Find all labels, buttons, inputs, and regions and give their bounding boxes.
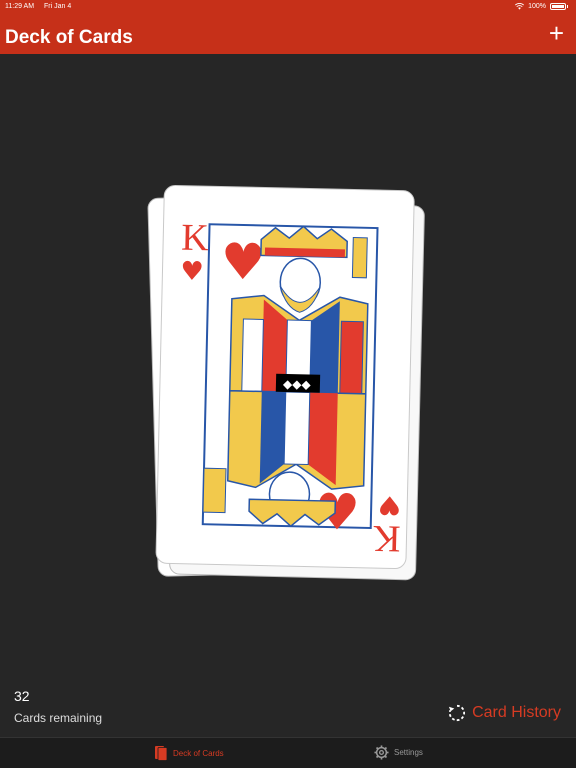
card-history-button[interactable]: Card History: [448, 704, 561, 722]
status-bar: 11:29 AM Fri Jan 4 100%: [0, 0, 576, 14]
status-time: 11:29 AM: [5, 3, 35, 10]
deck-icon: [155, 746, 168, 761]
svg-text:♥: ♥: [314, 483, 360, 542]
tab-settings-label: Settings: [394, 748, 423, 757]
card-suit-bottom: ♥: [378, 489, 402, 520]
card-rank-top: K: [181, 217, 210, 260]
svg-text:◆◆◆: ◆◆◆: [283, 377, 312, 392]
cards-remaining-label: Cards remaining: [14, 711, 103, 725]
wifi-icon: [515, 3, 525, 10]
deck-stats: 32 Cards remaining: [14, 688, 102, 725]
playing-card[interactable]: K ♥ K ♥ ♥ ♥ ◆◆◆: [155, 184, 415, 570]
battery-percent: 100%: [528, 3, 546, 10]
svg-text:♥: ♥: [220, 233, 266, 292]
card-suit-top: ♥: [180, 257, 204, 288]
tab-settings[interactable]: Settings: [374, 745, 423, 760]
page-title: Deck of Cards: [5, 27, 133, 48]
cards-remaining-count: 32: [14, 688, 30, 704]
status-date: Fri Jan 4: [44, 3, 72, 10]
battery-icon: [550, 3, 566, 10]
history-icon: [448, 704, 466, 722]
king-court-art: ♥ ♥ ◆◆◆: [201, 223, 379, 542]
card-rank-bottom: K: [372, 517, 401, 560]
tab-bar: Deck of Cards Settings: [0, 737, 576, 768]
card-deck[interactable]: K ♥ K ♥ ♥ ♥ ◆◆◆: [0, 0, 576, 768]
card-history-label: Card History: [472, 704, 561, 721]
tab-deck-of-cards[interactable]: Deck of Cards: [154, 745, 224, 761]
nav-bar: Deck of Cards +: [0, 14, 576, 54]
card-back-right: [169, 199, 425, 581]
add-button[interactable]: +: [549, 20, 564, 46]
gear-icon: [374, 745, 389, 760]
card-back-left: [147, 191, 409, 577]
tab-deck-label: Deck of Cards: [173, 748, 224, 758]
